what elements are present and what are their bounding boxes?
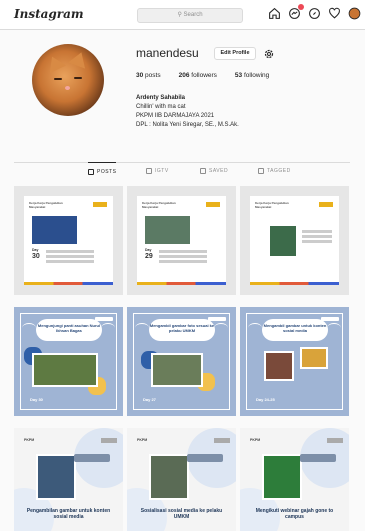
profile-avatar-icon[interactable] bbox=[348, 7, 361, 20]
post-tile[interactable]: PKPM Pengambilan gambar untuk konten sos… bbox=[14, 428, 123, 531]
following-link[interactable]: 53 following bbox=[235, 72, 269, 79]
edit-profile-button[interactable]: Edit Profile bbox=[214, 47, 256, 60]
followers-link[interactable]: 206 followers bbox=[179, 72, 217, 79]
bio-line: Chillin' with ma cat bbox=[136, 104, 186, 110]
messenger-icon[interactable] bbox=[288, 4, 304, 20]
explore-icon[interactable] bbox=[308, 7, 321, 20]
post-photo bbox=[262, 454, 302, 500]
bio-line: DPL : Nolita Yeni Siregar, SE., M.S.Ak. bbox=[136, 122, 239, 128]
grid-icon bbox=[88, 169, 94, 175]
tab-tagged[interactable]: TAGGED bbox=[258, 168, 291, 174]
post-photo bbox=[32, 353, 98, 387]
post-tile[interactable]: PKPM Mengikuti webinar gajah gone to cam… bbox=[240, 428, 349, 531]
heart-icon[interactable] bbox=[328, 7, 341, 20]
posts-count: 30 posts bbox=[136, 72, 161, 79]
post-photo bbox=[151, 353, 203, 387]
gear-icon[interactable] bbox=[263, 47, 275, 59]
bookmark-icon bbox=[200, 168, 206, 174]
logo-badge bbox=[319, 202, 333, 207]
profile-stats: 30 posts 206 followers 53 following bbox=[136, 72, 269, 79]
post-photo bbox=[32, 216, 77, 244]
nav-icons bbox=[268, 4, 361, 20]
instagram-logo[interactable]: Instagram bbox=[14, 7, 84, 21]
post-tile[interactable]: Mengunjungi panti asuhan Nurul Ikhsan Ba… bbox=[14, 307, 123, 416]
logo-badge bbox=[206, 202, 220, 207]
profile-tabs: POSTS IGTV SAVED TAGGED bbox=[14, 162, 350, 182]
post-photo bbox=[264, 351, 294, 381]
post-photo bbox=[270, 226, 296, 256]
post-photo bbox=[149, 454, 189, 500]
post-tile[interactable]: PKPM Sosialisasi sosial media ke pelaku … bbox=[127, 428, 236, 531]
igtv-icon bbox=[146, 168, 152, 174]
profile-username: manendesu bbox=[136, 46, 199, 60]
tab-igtv[interactable]: IGTV bbox=[146, 168, 169, 174]
post-tile[interactable]: Kerja Kerja Pengabdian Masyarakat Day 29 bbox=[127, 186, 236, 295]
tab-saved[interactable]: SAVED bbox=[200, 168, 228, 174]
profile-bio: Ardenty Sahabila Chillin' with ma cat PK… bbox=[136, 94, 239, 130]
post-photo bbox=[145, 216, 190, 244]
bio-line: PKPM IIB DARMAJAYA 2021 bbox=[136, 113, 215, 119]
post-photo bbox=[300, 347, 328, 369]
search-input[interactable]: ⚲ Search bbox=[137, 8, 243, 23]
profile-full-name: Ardenty Sahabila bbox=[136, 95, 186, 101]
top-nav: Instagram ⚲ Search bbox=[0, 0, 365, 30]
post-tile[interactable]: Mengambil gambar foto sesuai ke pelaku U… bbox=[127, 307, 236, 416]
home-icon[interactable] bbox=[268, 7, 281, 20]
post-tile[interactable]: Kerja Kerja Pengabdian Masyarakat Day 30 bbox=[14, 186, 123, 295]
post-tile[interactable]: Mengambil gambar untuk konten sosial med… bbox=[240, 307, 349, 416]
post-tile[interactable]: Kerja Kerja Pengabdian Masyarakat bbox=[240, 186, 349, 295]
search-placeholder: Search bbox=[183, 12, 203, 18]
tab-posts[interactable]: POSTS bbox=[88, 162, 117, 175]
notification-dot bbox=[298, 4, 304, 10]
profile-avatar[interactable] bbox=[32, 44, 104, 116]
logo-badge bbox=[93, 202, 107, 207]
tag-icon bbox=[258, 168, 264, 174]
post-photo bbox=[36, 454, 76, 500]
